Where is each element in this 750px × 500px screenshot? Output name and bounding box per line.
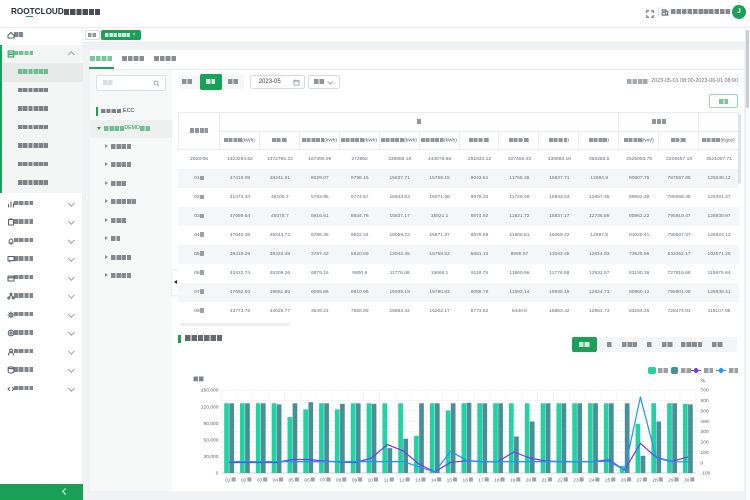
- svg-text:30,000: 30,000: [204, 454, 219, 460]
- svg-text:02: 02: [241, 478, 247, 484]
- svg-text:14: 14: [431, 478, 437, 484]
- svg-text:%: %: [701, 379, 706, 385]
- svg-text:16: 16: [462, 478, 468, 484]
- svg-text:10: 10: [368, 478, 374, 484]
- svg-text:28: 28: [652, 478, 658, 484]
- svg-text:04: 04: [273, 478, 279, 484]
- svg-text:06: 06: [304, 478, 310, 484]
- svg-text:13: 13: [415, 478, 421, 484]
- svg-text:11: 11: [384, 478, 389, 484]
- svg-text:29: 29: [668, 478, 674, 484]
- svg-text:01: 01: [225, 478, 231, 484]
- svg-text:07: 07: [320, 478, 326, 484]
- svg-text:120,000: 120,000: [201, 404, 219, 410]
- svg-text:300: 300: [701, 429, 709, 435]
- svg-text:12: 12: [399, 478, 405, 484]
- svg-text:08: 08: [336, 478, 342, 484]
- svg-text:23: 23: [573, 478, 579, 484]
- svg-text:25: 25: [605, 478, 611, 484]
- svg-text:150,000: 150,000: [201, 388, 219, 394]
- svg-text:18: 18: [494, 478, 500, 484]
- svg-text:400: 400: [701, 419, 709, 425]
- svg-text:26: 26: [621, 478, 627, 484]
- svg-text:0: 0: [701, 460, 704, 466]
- svg-text:20: 20: [526, 478, 532, 484]
- svg-text:17: 17: [478, 478, 484, 484]
- svg-text:600: 600: [701, 398, 709, 404]
- svg-text:60,000: 60,000: [204, 438, 219, 444]
- svg-text:24: 24: [589, 478, 595, 484]
- svg-text:21: 21: [542, 478, 548, 484]
- svg-text:200: 200: [701, 440, 709, 446]
- svg-text:15: 15: [447, 478, 453, 484]
- svg-text:30: 30: [684, 478, 690, 484]
- svg-text:05: 05: [288, 478, 294, 484]
- svg-text:0: 0: [216, 471, 219, 477]
- svg-text:27: 27: [637, 478, 643, 484]
- svg-text:100: 100: [701, 450, 709, 456]
- svg-text:500: 500: [701, 408, 709, 414]
- svg-text:03: 03: [257, 478, 263, 484]
- svg-text:22: 22: [557, 478, 563, 484]
- svg-text:700: 700: [701, 388, 709, 394]
- svg-text:-100: -100: [701, 471, 711, 477]
- svg-text:90,000: 90,000: [204, 421, 219, 427]
- svg-text:19: 19: [510, 478, 516, 484]
- svg-text:09: 09: [352, 478, 358, 484]
